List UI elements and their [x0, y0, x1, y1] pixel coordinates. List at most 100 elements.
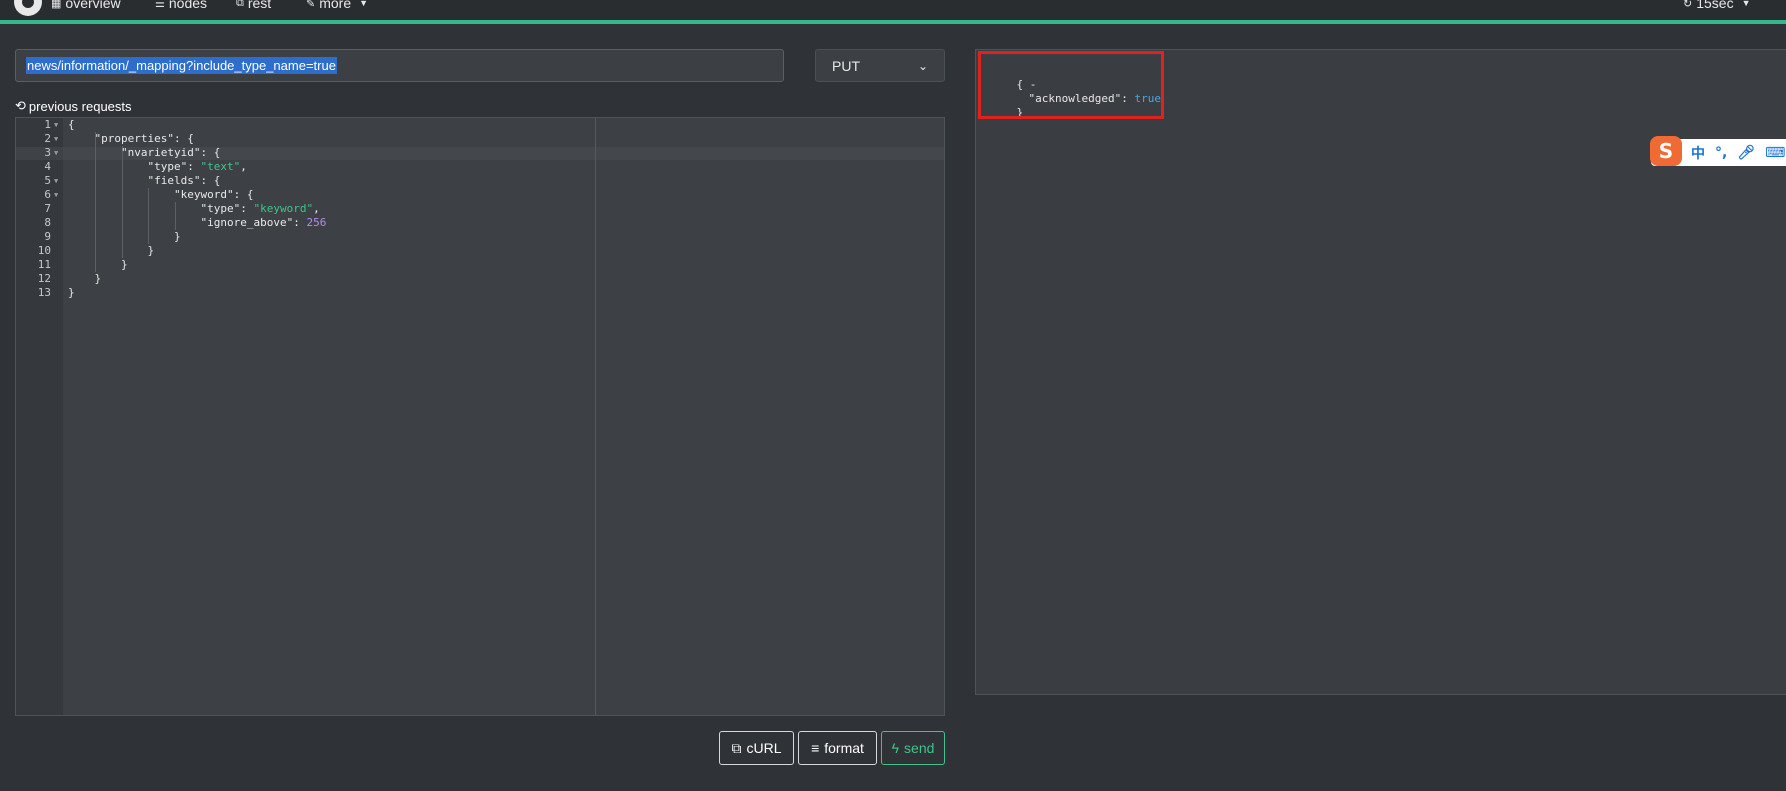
dashboard-icon: ▦ [51, 0, 62, 10]
code-text: "keyword": { [174, 188, 253, 202]
app-logo[interactable] [14, 0, 42, 16]
code-text: } [174, 230, 181, 244]
code-token: : [187, 160, 201, 173]
code-text: "properties": { [95, 132, 194, 146]
code-text: "ignore_above": 256 [201, 216, 327, 230]
code-line[interactable]: 6 ▼ "keyword": { [16, 188, 944, 202]
string-token: "keyword" [253, 202, 314, 215]
nav-rest[interactable]: ⧉ rest [236, 0, 271, 11]
ime-logo[interactable]: S [1650, 136, 1682, 166]
navbar-accent-bar [0, 20, 1786, 24]
code-line[interactable]: 5 ▼ "fields": { [16, 174, 944, 188]
ime-punctuation-mode[interactable]: °, [1715, 145, 1727, 161]
wrench-icon: ✎ [306, 0, 316, 10]
code-line[interactable]: 8 "ignore_above": 256 [16, 216, 944, 230]
code-token: , [240, 160, 247, 173]
bolt-icon: ϟ [891, 740, 900, 756]
code-token: , [313, 202, 320, 215]
refresh-interval-dropdown[interactable]: ↻ 15sec ▼ [1683, 0, 1751, 11]
code-line[interactable]: 9} [16, 230, 944, 244]
line-number: 10 [37, 244, 51, 257]
line-number: 12 [37, 272, 51, 285]
ime-chinese-mode[interactable]: 中 [1691, 143, 1705, 163]
keyboard-icon[interactable]: ⌨ [1765, 145, 1785, 161]
code-line[interactable]: 13} [16, 286, 944, 300]
nav-overview[interactable]: ▦ overview [51, 0, 121, 11]
code-token: } [68, 286, 75, 299]
code-line[interactable]: 7 "type": "keyword", [16, 202, 944, 216]
code-token: "type" [147, 160, 188, 173]
code-line[interactable]: 1 ▼ { [16, 118, 944, 132]
line-number: 6 [44, 188, 51, 201]
code-token: "ignore_above" [200, 216, 294, 229]
code-token: { [68, 118, 75, 131]
nav-nodes[interactable]: ☰ nodes [155, 0, 207, 11]
code-text: { [68, 118, 75, 132]
history-icon: ⟲ [15, 98, 26, 113]
external-link-icon: ⧉ [236, 0, 244, 9]
line-number: 9 [44, 230, 51, 243]
line-number: 7 [44, 202, 51, 215]
code-line[interactable]: 12} [16, 272, 944, 286]
line-number: 1 [44, 118, 51, 131]
string-token: "text" [200, 160, 241, 173]
code-text: } [148, 244, 155, 258]
fold-toggle-icon[interactable]: ▼ [54, 188, 58, 202]
code-token: } [121, 258, 128, 271]
code-token: } [94, 272, 102, 285]
align-left-icon: ≡ [811, 740, 820, 756]
fold-toggle-icon[interactable]: ▼ [54, 132, 58, 146]
code-text: } [68, 286, 75, 300]
nav-nodes-label: nodes [168, 0, 208, 11]
line-number: 3 [44, 146, 51, 159]
code-token: "fields" [147, 174, 201, 187]
code-token: : { [173, 132, 194, 145]
code-token: : { [200, 146, 221, 159]
chevron-down-icon: ▼ [359, 0, 369, 8]
code-text: "fields": { [148, 174, 221, 188]
previous-requests-link[interactable]: ⟲ previous requests [15, 98, 132, 114]
fold-toggle-icon[interactable]: ▼ [54, 146, 58, 160]
code-line[interactable]: 3 ▼ "nvarietyid": { [16, 146, 944, 160]
code-token: : { [200, 174, 221, 187]
nav-overview-label: overview [65, 0, 121, 11]
code-token: "properties" [94, 132, 174, 145]
format-button[interactable]: ≡ format [798, 731, 877, 765]
format-button-label: format [824, 740, 864, 756]
send-button-label: send [904, 740, 935, 756]
code-token: } [174, 230, 181, 243]
request-body-editor[interactable]: 1 ▼{2 ▼ "properties": {3 ▼ "nvarietyid": {4 "t… [15, 117, 945, 716]
code-token: } [147, 244, 155, 257]
response-highlight-box [978, 51, 1164, 119]
line-number: 11 [37, 258, 51, 271]
code-line[interactable]: 10} [16, 244, 944, 258]
code-line[interactable]: 4 "type": "text", [16, 160, 944, 174]
ime-logo-letter: S [1658, 139, 1674, 163]
line-number: 5 [44, 174, 51, 187]
http-method-select[interactable]: PUT ⌄ [815, 49, 945, 82]
chevron-down-icon: ⌄ [917, 58, 928, 73]
request-url-text: news/information/_mapping?include_type_n… [26, 57, 337, 74]
code-token: : [240, 202, 254, 215]
copy-icon: ⧉ [731, 739, 742, 756]
nav-more[interactable]: ✎ more ▼ [306, 0, 368, 11]
line-number: 2 [44, 132, 51, 145]
code-token: : { [233, 188, 254, 201]
curl-button[interactable]: ⧉ cURL [719, 731, 794, 765]
previous-requests-label: previous requests [28, 98, 132, 114]
mic-icon[interactable]: 🎤︎ [1737, 145, 1755, 161]
line-number: 8 [44, 216, 51, 229]
code-line[interactable]: 11} [16, 258, 944, 272]
code-text: "nvarietyid": { [121, 146, 220, 160]
nav-more-label: more [319, 0, 352, 11]
send-button[interactable]: ϟ send [881, 731, 945, 765]
chevron-down-icon: ▼ [1741, 0, 1751, 8]
line-number: 4 [44, 160, 51, 173]
request-url-input[interactable]: news/information/_mapping?include_type_n… [15, 49, 784, 82]
fold-toggle-icon[interactable]: ▼ [54, 174, 58, 188]
refresh-icon: ↻ [1683, 0, 1693, 10]
fold-toggle-icon[interactable]: ▼ [54, 118, 58, 132]
number-token: 256 [306, 216, 327, 229]
code-line[interactable]: 2 ▼ "properties": { [16, 132, 944, 146]
code-token: "type" [200, 202, 241, 215]
